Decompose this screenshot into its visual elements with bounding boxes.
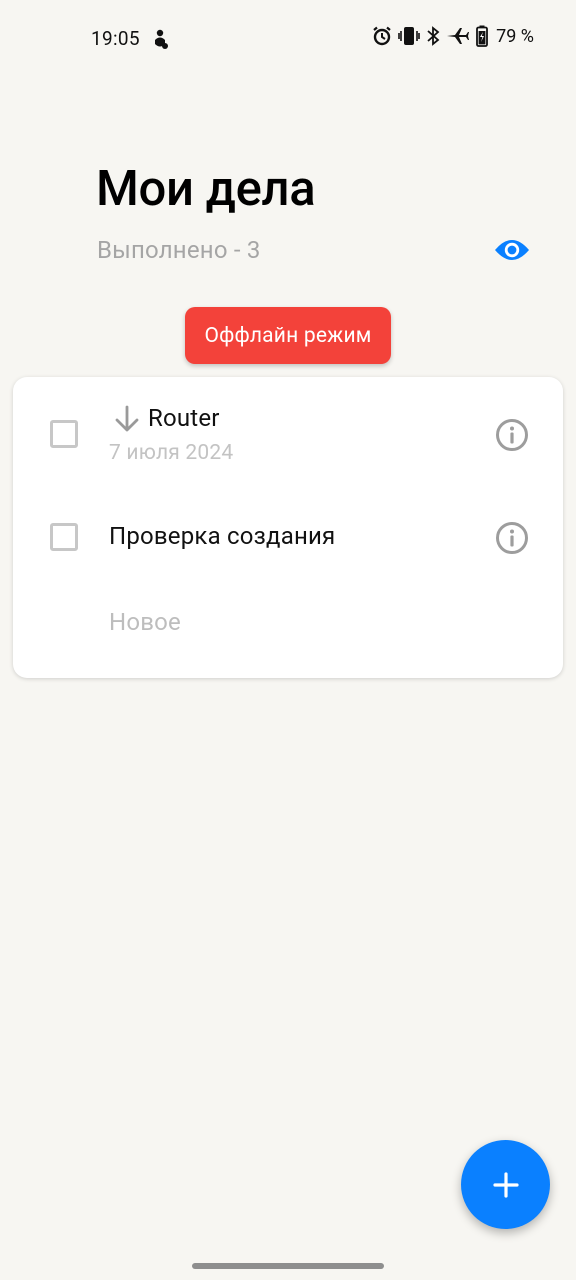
task-info-button[interactable] [494,520,530,556]
battery-charging-icon [476,25,489,47]
task-checkbox[interactable] [50,420,78,448]
done-count-label: Выполнено - 3 [97,236,261,264]
new-task-input[interactable]: Новое [109,608,181,636]
task-info-button[interactable] [494,417,530,453]
home-indicator[interactable] [192,1263,384,1269]
toggle-visibility-button[interactable] [493,232,531,268]
task-title: Router [148,404,220,432]
battery-percentage: 79 % [496,25,534,47]
info-icon [496,419,528,451]
task-title: Проверка создания [109,522,336,550]
plus-icon [492,1171,519,1198]
alarm-icon [373,26,391,46]
info-icon [496,522,528,554]
task-list-card: Router 7 июля 2024 Проверка создания Нов… [13,377,563,678]
task-checkbox[interactable] [50,523,78,551]
status-time: 19:05 [91,27,140,50]
eye-icon [495,240,529,260]
task-date: 7 июля 2024 [109,441,234,465]
offline-mode-chip: Оффлайн режим [185,307,391,364]
airplane-icon [447,28,470,44]
add-task-button[interactable] [461,1140,550,1229]
vibrate-icon [398,27,420,45]
notification-icon [155,29,168,49]
app-screen: 19:05 79 % Мои дела Выполнено - 3 Оффлай… [0,0,576,1280]
bluetooth-icon [427,26,440,46]
arrow-down-icon [115,405,139,432]
status-icons: 79 % [372,25,534,47]
page-title: Мои дела [96,160,316,217]
status-bar: 19:05 79 % [0,0,576,78]
